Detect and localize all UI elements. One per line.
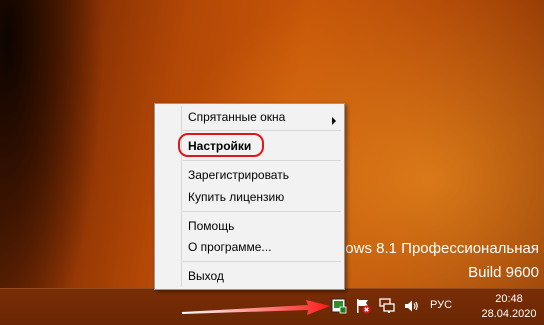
menu-separator [183,211,341,212]
app-tray-icon[interactable] [331,298,347,314]
volume-icon[interactable] [403,298,419,314]
windows-watermark-build: Build 9600 [468,264,539,281]
menu-item-hidden-windows[interactable]: Спрятанные окна [188,107,344,127]
red-arrow-annotation [182,300,330,315]
settings-highlight-ring [178,133,264,157]
taskbar-clock[interactable]: 20:48 28.04.2020 [476,292,542,322]
tray-context-menu: Спрятанные окна Настройки Зарегистрирова… [154,103,345,290]
clock-date: 28.04.2020 [481,308,537,320]
menu-item-label: Купить лицензию [188,190,285,204]
menu-item-label: О программе... [188,240,272,254]
menu-item-buy-license[interactable]: Купить лицензию [188,187,284,207]
submenu-arrow-icon [332,117,336,125]
language-indicator[interactable]: РУС [430,299,452,311]
menu-item-label: Помощь [188,219,235,233]
menu-item-label: Зарегистрировать [188,168,289,182]
windows-watermark-edition: dows 8.1 Профессиональная [336,240,539,257]
clock-time: 20:48 [495,293,523,305]
menu-gutter [181,106,182,287]
menu-separator [183,130,341,131]
menu-item-register[interactable]: Зарегистрировать [188,165,289,185]
flag-alert-icon[interactable] [355,298,371,314]
menu-item-about[interactable]: О программе... [188,237,271,257]
menu-item-label: Спрятанные окна [188,110,286,124]
menu-item-exit[interactable]: Выход [188,266,224,286]
menu-item-label: Выход [188,269,224,283]
menu-separator [183,261,341,262]
menu-separator [183,160,341,161]
menu-item-help[interactable]: Помощь [188,216,234,236]
network-icon[interactable] [379,298,395,314]
